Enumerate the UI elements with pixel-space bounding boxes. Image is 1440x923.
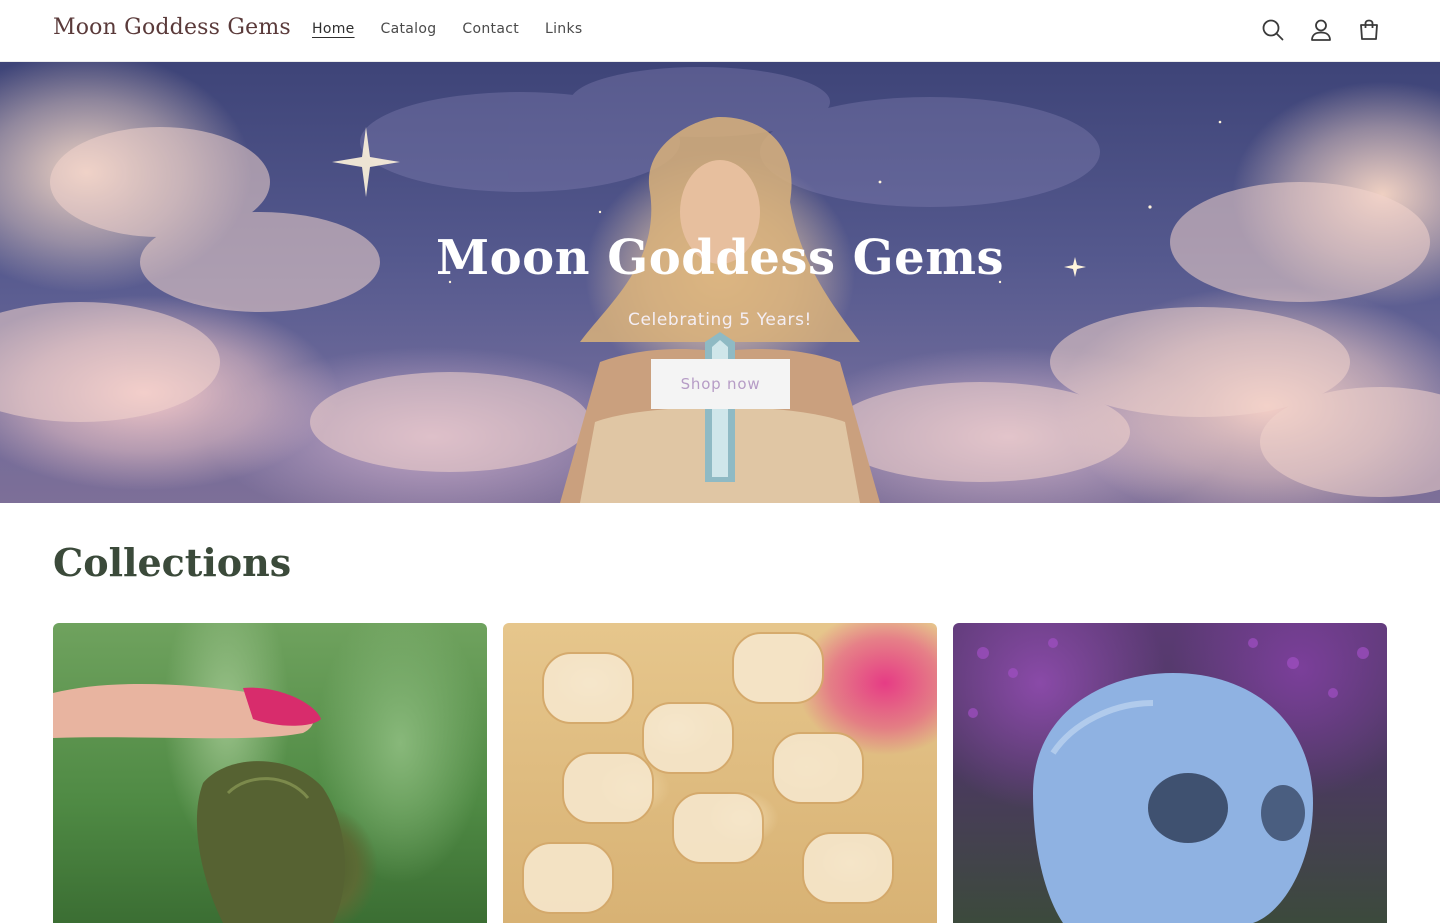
site-logo[interactable]: Moon Goddess Gems (53, 15, 291, 40)
citrine-bracelet-image (522, 632, 894, 914)
account-icon[interactable] (1308, 17, 1334, 43)
collections-title: Collections (53, 540, 292, 585)
collection-card-blue-skull[interactable] (953, 623, 1387, 923)
cart-icon[interactable] (1356, 17, 1382, 43)
header-icons (1260, 17, 1382, 43)
hero-content: Moon Goddess Gems Celebrating 5 Years! S… (0, 62, 1440, 503)
shop-now-button[interactable]: Shop now (651, 359, 790, 409)
collection-card-moldavite[interactable] (53, 623, 487, 923)
search-icon[interactable] (1260, 17, 1286, 43)
collection-card-citrine[interactable] (503, 623, 937, 923)
hero-banner: Moon Goddess Gems Celebrating 5 Years! S… (0, 62, 1440, 503)
nav-home[interactable]: Home (312, 21, 355, 37)
nav-links[interactable]: Links (545, 21, 582, 37)
moldavite-image (53, 683, 345, 923)
nav-catalog[interactable]: Catalog (381, 21, 437, 37)
site-header: Moon Goddess Gems Home Catalog Contact L… (0, 0, 1440, 62)
blue-skull-image (968, 638, 1369, 923)
hero-subtitle: Celebrating 5 Years! (628, 310, 812, 330)
main-nav: Home Catalog Contact Links (312, 21, 608, 37)
hero-title: Moon Goddess Gems (435, 230, 1005, 286)
nav-contact[interactable]: Contact (462, 21, 519, 37)
